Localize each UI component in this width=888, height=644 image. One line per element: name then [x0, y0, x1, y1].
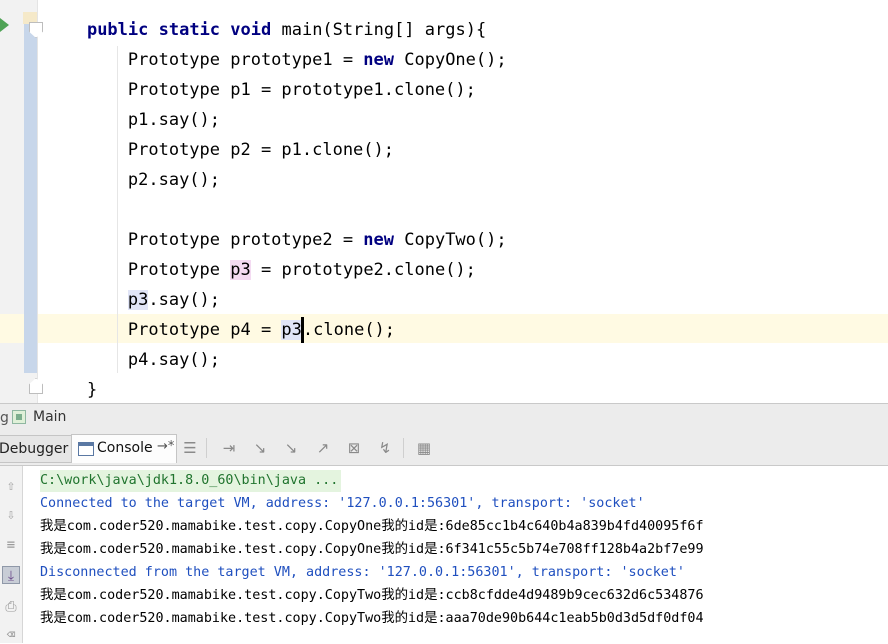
pin-tab-icon[interactable]: →* — [157, 439, 174, 454]
run-gutter-icon[interactable] — [0, 18, 9, 32]
code-line[interactable]: p1.say(); — [46, 105, 220, 135]
drop-frame-icon[interactable]: ⊠ — [344, 438, 364, 458]
evaluate-expression-icon[interactable]: ▦ — [414, 438, 434, 458]
method-scope-stripe — [24, 15, 37, 373]
tab-debugger[interactable]: Debugger — [0, 435, 73, 463]
step-into-icon[interactable]: ↘ — [250, 438, 270, 458]
code-line[interactable]: p2.say(); — [46, 165, 220, 195]
down-arrow-icon[interactable]: ⇩ — [2, 506, 20, 524]
console-system-message: Connected to the target VM, address: '12… — [40, 496, 645, 511]
code-keyword: void — [230, 20, 272, 40]
run-to-cursor-icon[interactable]: ↯ — [375, 438, 395, 458]
console-output-line: 我是com.coder520.mamabike.test.copy.CopyOn… — [40, 542, 704, 557]
console-icon — [78, 442, 94, 456]
toolbar-divider — [206, 438, 207, 458]
force-step-into-icon[interactable]: ↘ — [281, 438, 301, 458]
code-token: = prototype2.clone(); — [250, 260, 476, 280]
code-line[interactable]: p4.say(); — [46, 345, 220, 375]
toolbar-divider — [403, 438, 404, 458]
code-line[interactable]: Prototype p3 = prototype2.clone(); — [46, 255, 476, 285]
code-line[interactable]: Prototype p2 = p1.clone(); — [46, 135, 394, 165]
step-over-icon[interactable]: ⇥ — [219, 438, 239, 458]
code-token: CopyOne(); — [394, 50, 507, 70]
highlighted-identifier: p3 — [230, 260, 251, 280]
code-line[interactable]: Prototype p1 = prototype1.clone(); — [46, 75, 476, 105]
code-keyword: new — [363, 230, 395, 250]
highlighted-identifier: p3 — [281, 320, 302, 340]
code-token: Prototype — [127, 260, 231, 280]
code-token: .clone(); — [302, 320, 396, 340]
code-line[interactable]: Prototype prototype1 = new CopyOne(); — [46, 45, 507, 75]
run-config-name[interactable]: Main — [33, 409, 66, 425]
clear-all-icon[interactable]: ⌫ — [2, 626, 20, 644]
code-keyword: static — [158, 20, 221, 40]
code-keyword: public — [86, 20, 149, 40]
tab-debugger-label: Debugger — [0, 441, 69, 457]
code-token: p4.say(); — [127, 350, 221, 370]
code-editor[interactable]: public static void main(String[] args){ … — [0, 0, 888, 403]
highlighted-identifier: p3 — [127, 290, 149, 310]
tab-console-label: Console — [97, 440, 153, 456]
console-output-line: 我是com.coder520.mamabike.test.copy.CopyTw… — [40, 611, 704, 626]
code-token: Prototype p4 = — [127, 320, 282, 340]
show-execution-point-icon[interactable]: ☰ — [180, 438, 200, 458]
debug-tab-bar: Debugger Console →* ☰ ⇥ ↘ ↘ ↗ ⊠ ↯ ▦ — [0, 432, 888, 466]
console-command-line: C:\work\java\jdk1.8.0_60\bin\java ... — [40, 470, 342, 492]
run-config-icon — [12, 410, 26, 424]
console-side-toolbar: ⇧ ⇩ ≡ ⤓ ⎙ ⌫ — [0, 466, 23, 643]
soft-wrap-icon[interactable]: ≡ — [2, 536, 20, 554]
run-config-bar: g Main — [0, 403, 888, 433]
truncated-label: g — [0, 410, 9, 426]
code-keyword: new — [363, 50, 395, 70]
caret-row-gutter-highlight — [0, 314, 24, 343]
code-line[interactable]: Prototype p4 = p3.clone(); — [46, 315, 395, 345]
console-output-line: 我是com.coder520.mamabike.test.copy.CopyTw… — [40, 588, 704, 603]
print-icon[interactable]: ⎙ — [2, 598, 20, 616]
code-token: Prototype prototype2 = — [127, 230, 364, 250]
code-token: main(String[] args){ — [271, 20, 487, 40]
code-token: CopyTwo(); — [394, 230, 507, 250]
console-system-message: Disconnected from the target VM, address… — [40, 565, 685, 580]
scroll-to-end-icon[interactable]: ⤓ — [2, 566, 20, 584]
code-token: } — [86, 380, 98, 400]
tab-console[interactable]: Console →* — [71, 434, 177, 463]
code-line[interactable]: public static void main(String[] args){ — [46, 15, 486, 45]
code-line[interactable]: p3.say(); — [46, 285, 220, 315]
code-token: .say(); — [148, 290, 221, 310]
code-token: p1.say(); — [127, 110, 221, 130]
code-token: p2.say(); — [127, 170, 221, 190]
code-token: Prototype prototype1 = — [127, 50, 364, 70]
up-arrow-icon[interactable]: ⇧ — [2, 477, 20, 495]
code-line[interactable]: } — [46, 375, 97, 403]
code-token: Prototype p2 = p1.clone(); — [127, 140, 394, 160]
code-token: Prototype p1 = prototype1.clone(); — [127, 80, 476, 100]
code-line[interactable]: Prototype prototype2 = new CopyTwo(); — [46, 225, 507, 255]
step-out-icon[interactable]: ↗ — [313, 438, 333, 458]
console-output-line: 我是com.coder520.mamabike.test.copy.CopyOn… — [40, 519, 704, 534]
